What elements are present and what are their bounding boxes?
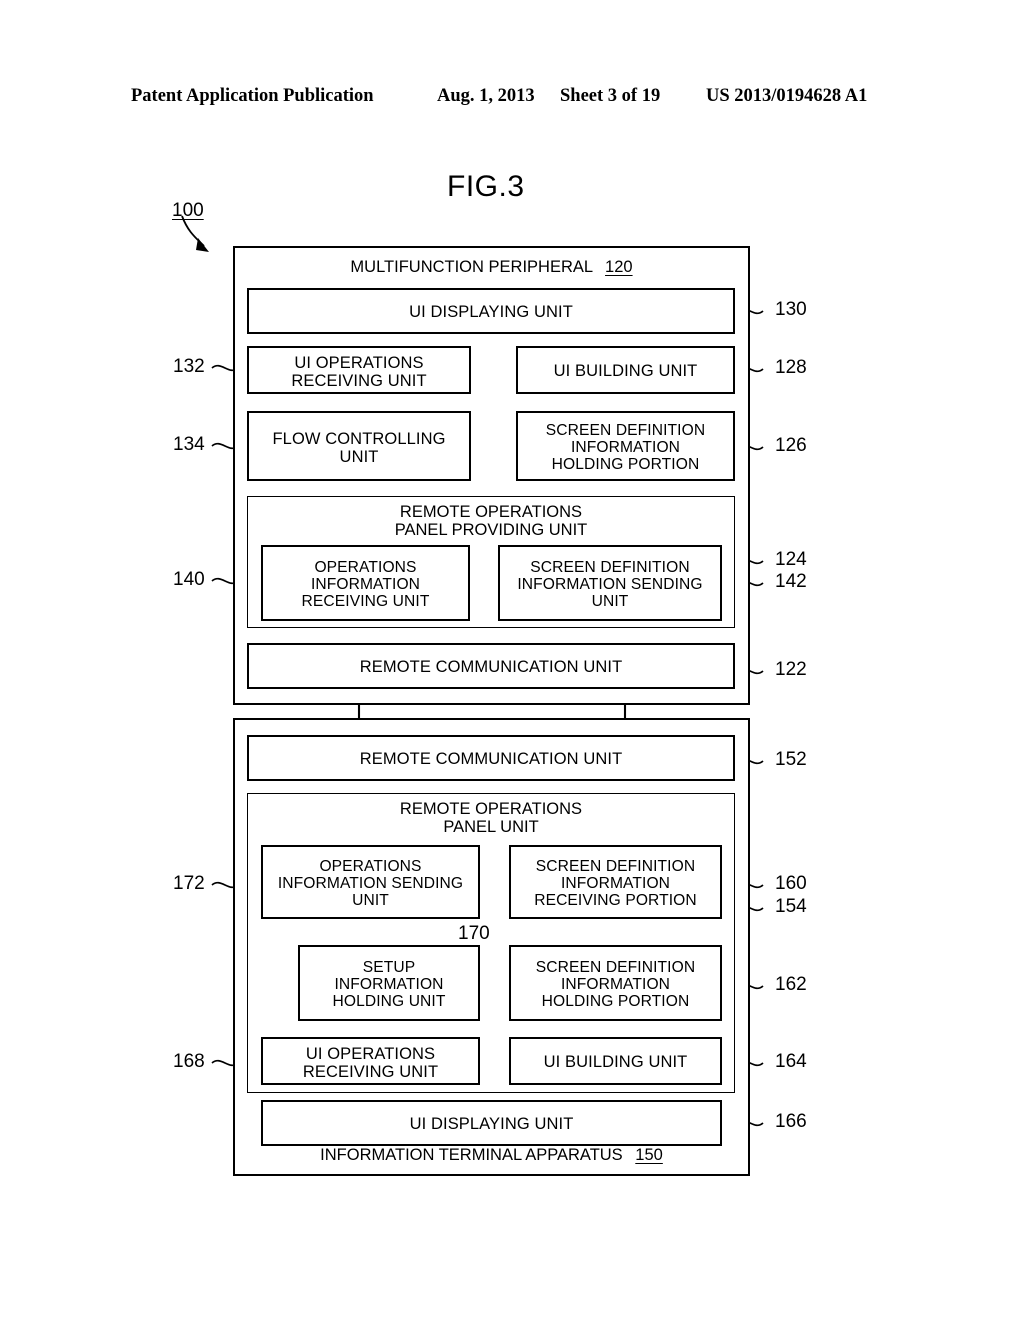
- terminal-title-row: INFORMATION TERMINAL APPARATUS 150: [235, 1146, 748, 1164]
- publication-label: Patent Application Publication: [131, 86, 374, 106]
- mfp-ui-displaying-unit-label: UI DISPLAYING UNIT: [409, 303, 573, 321]
- mfp-remote-communication-unit-label: REMOTE COMMUNICATION UNIT: [359, 658, 623, 676]
- refnum-164: 164: [775, 1051, 807, 1072]
- publication-date: Aug. 1, 2013: [437, 86, 535, 106]
- mfp-ref: 120: [605, 258, 633, 276]
- mfp-ui-operations-receiving-unit-label: UI OPERATIONS RECEIVING UNIT: [291, 354, 427, 390]
- mfp-screen-definition-sending-unit-label: SCREEN DEFINITION INFORMATION SENDING UN…: [517, 559, 703, 610]
- refnum-154: 154: [775, 896, 807, 917]
- mfp-title: MULTIFUNCTION PERIPHERAL: [350, 258, 593, 276]
- terminal-ui-building-unit-label: UI BUILDING UNIT: [543, 1053, 688, 1071]
- refnum-128: 128: [775, 357, 807, 378]
- mfp-ui-building-unit: UI BUILDING UNIT: [516, 346, 735, 394]
- refnum-126: 126: [775, 435, 807, 456]
- terminal-ui-building-unit: UI BUILDING UNIT: [509, 1037, 722, 1085]
- mfp-screen-definition-sending-unit: SCREEN DEFINITION INFORMATION SENDING UN…: [498, 545, 722, 621]
- mfp-title-row: MULTIFUNCTION PERIPHERAL 120: [235, 258, 748, 276]
- mfp-flow-controlling-unit: FLOW CONTROLLING UNIT: [247, 411, 471, 481]
- terminal-remote-communication-unit: REMOTE COMMUNICATION UNIT: [247, 735, 735, 781]
- patent-header: Patent Application Publication Aug. 1, 2…: [0, 86, 1024, 112]
- mfp-screen-definition-holding-portion: SCREEN DEFINITION INFORMATION HOLDING PO…: [516, 411, 735, 481]
- sheet-number: Sheet 3 of 19: [560, 86, 661, 106]
- mfp-ui-operations-receiving-unit: UI OPERATIONS RECEIVING UNIT: [247, 346, 471, 394]
- terminal-setup-information-holding-unit-label: SETUP INFORMATION HOLDING UNIT: [332, 959, 446, 1010]
- terminal-ui-operations-receiving-unit-label: UI OPERATIONS RECEIVING UNIT: [302, 1045, 439, 1081]
- mfp-ui-displaying-unit: UI DISPLAYING UNIT: [247, 288, 735, 334]
- refnum-166: 166: [775, 1111, 807, 1132]
- refnum-162: 162: [775, 974, 807, 995]
- system-reference-numeral: 100: [172, 200, 204, 221]
- mfp-screen-definition-holding-portion-label: SCREEN DEFINITION INFORMATION HOLDING PO…: [545, 422, 706, 473]
- figure-title: FIG.3: [447, 170, 525, 203]
- patent-number: US 2013/0194628 A1: [706, 86, 868, 106]
- terminal-screen-definition-receiving-portion-label: SCREEN DEFINITION INFORMATION RECEIVING …: [534, 858, 697, 909]
- terminal-ref: 150: [635, 1146, 663, 1164]
- terminal-operations-information-sending-unit-label: OPERATIONS INFORMATION SENDING UNIT: [277, 858, 464, 909]
- terminal-remote-communication-unit-label: REMOTE COMMUNICATION UNIT: [359, 750, 623, 768]
- terminal-screen-definition-holding-portion: SCREEN DEFINITION INFORMATION HOLDING PO…: [509, 945, 722, 1021]
- refnum-140: 140: [173, 569, 205, 590]
- refnum-172: 172: [173, 873, 205, 894]
- terminal-ui-displaying-unit-label: UI DISPLAYING UNIT: [409, 1115, 574, 1133]
- refnum-130: 130: [775, 299, 807, 320]
- terminal-screen-definition-receiving-portion: SCREEN DEFINITION INFORMATION RECEIVING …: [509, 845, 722, 919]
- refnum-160: 160: [775, 873, 807, 894]
- refnum-142: 142: [775, 571, 807, 592]
- mfp-remote-communication-unit: REMOTE COMMUNICATION UNIT: [247, 643, 735, 689]
- terminal-ui-displaying-unit: UI DISPLAYING UNIT: [261, 1100, 722, 1146]
- mfp-operations-information-receiving-unit-label: OPERATIONS INFORMATION RECEIVING UNIT: [301, 559, 430, 610]
- terminal-setup-information-holding-unit: SETUP INFORMATION HOLDING UNIT: [298, 945, 480, 1021]
- refnum-124: 124: [775, 549, 807, 570]
- refnum-122: 122: [775, 659, 807, 680]
- terminal-operations-information-sending-unit: OPERATIONS INFORMATION SENDING UNIT: [261, 845, 480, 919]
- terminal-title: INFORMATION TERMINAL APPARATUS: [320, 1146, 623, 1164]
- refnum-152: 152: [775, 749, 807, 770]
- refnum-168: 168: [173, 1051, 205, 1072]
- refnum-134: 134: [173, 434, 205, 455]
- terminal-ui-operations-receiving-unit: UI OPERATIONS RECEIVING UNIT: [261, 1037, 480, 1085]
- refnum-132: 132: [173, 356, 205, 377]
- terminal-remote-panel-unit-title: REMOTE OPERATIONS PANEL UNIT: [399, 800, 583, 836]
- terminal-screen-definition-holding-portion-label: SCREEN DEFINITION INFORMATION HOLDING PO…: [535, 959, 696, 1010]
- mfp-remote-panel-providing-title: REMOTE OPERATIONS PANEL PROVIDING UNIT: [394, 503, 588, 539]
- refnum-170: 170: [458, 923, 490, 944]
- mfp-flow-controlling-unit-label: FLOW CONTROLLING UNIT: [272, 430, 446, 466]
- mfp-operations-information-receiving-unit: OPERATIONS INFORMATION RECEIVING UNIT: [261, 545, 470, 621]
- mfp-ui-building-unit-label: UI BUILDING UNIT: [553, 362, 698, 380]
